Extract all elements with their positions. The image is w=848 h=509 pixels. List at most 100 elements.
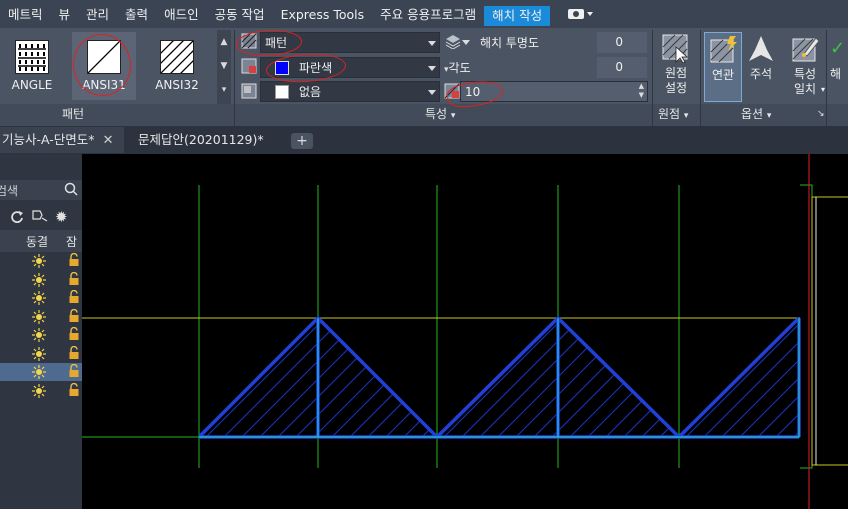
column-freeze-header[interactable]: 동결	[26, 233, 48, 250]
associative-icon	[708, 35, 738, 65]
menu-express-tools[interactable]: Express Tools	[273, 0, 373, 28]
background-color-value: 없음	[299, 85, 322, 99]
hatch-line	[238, 318, 370, 437]
chevron-down-icon[interactable]: ▾	[821, 82, 825, 97]
background-color-dropdown[interactable]: 없음	[260, 81, 440, 102]
angle-label-box: ▾각도	[444, 59, 472, 75]
sun-icon[interactable]	[31, 291, 47, 308]
menu-manage[interactable]: 관리	[78, 0, 117, 28]
pattern-gallery-scroll[interactable]: ▲ ▼ ▾	[217, 30, 231, 104]
search-icon[interactable]	[64, 181, 78, 200]
scroll-down-icon[interactable]: ▼	[217, 54, 231, 78]
layer-search-box[interactable]: 검색	[0, 180, 82, 200]
tab-label: 문제답안(20201129)*	[138, 132, 264, 147]
hatch-line	[494, 318, 626, 437]
layer-row[interactable]	[0, 326, 82, 344]
associative-label: 연관	[711, 68, 735, 82]
hatch-line	[512, 318, 644, 437]
transparency-value-field[interactable]: 0	[597, 32, 647, 53]
sun-icon[interactable]	[31, 254, 47, 271]
gear-icon[interactable]: ✹	[55, 208, 68, 226]
hatch-line	[274, 318, 406, 437]
yellow-frame	[811, 196, 848, 466]
sun-icon[interactable]	[31, 272, 47, 290]
layer-row[interactable]	[0, 363, 82, 381]
close-icon[interactable]: ✕	[103, 128, 114, 154]
sun-icon[interactable]	[31, 328, 47, 345]
ansi32-pattern-icon	[158, 38, 196, 76]
menu-parametric[interactable]: 메트릭	[0, 0, 51, 28]
new-tab-button[interactable]: +	[291, 133, 313, 149]
angle-label: 각도	[448, 61, 471, 75]
menu-output[interactable]: 출력	[117, 0, 156, 28]
hatch-line	[199, 318, 226, 437]
hatch-line	[754, 318, 799, 437]
match-properties-button[interactable]: 특성 일치 ▾	[784, 32, 826, 97]
transparency-mode-dropdown[interactable]	[462, 40, 470, 45]
pattern-label: ANGLE	[11, 78, 53, 92]
sun-icon[interactable]	[31, 365, 47, 382]
tab-drawing-2[interactable]: 문제답안(20201129)*✕	[130, 127, 280, 174]
camera-icon	[568, 9, 585, 19]
layer-row[interactable]	[0, 345, 82, 363]
sun-icon[interactable]	[31, 346, 47, 364]
unlock-icon[interactable]	[68, 326, 80, 344]
drawing-svg	[82, 154, 848, 509]
refresh-icon[interactable]	[10, 209, 24, 226]
scroll-up-icon[interactable]: ▲	[217, 30, 231, 54]
menu-featured-apps[interactable]: 주요 응용프로그램	[372, 0, 484, 28]
properties-panel-label[interactable]: 특성 ▾	[425, 104, 455, 126]
pattern-panel-label[interactable]: 패턴	[62, 104, 84, 126]
hatch-line	[602, 318, 679, 437]
layer-row[interactable]	[0, 308, 82, 326]
chevron-down-icon	[587, 12, 594, 16]
associative-toggle[interactable]: 연관	[704, 32, 742, 102]
hatch-line	[530, 318, 662, 437]
angle-slider[interactable]	[472, 57, 597, 78]
annotative-button[interactable]: 주석	[744, 32, 778, 82]
options-panel-label[interactable]: 옵션 ▾	[741, 104, 771, 126]
chevron-down-icon	[428, 66, 436, 71]
drawing-canvas[interactable]	[82, 154, 848, 509]
gallery-expand-icon[interactable]: ▾	[217, 78, 231, 102]
unlock-icon[interactable]	[68, 382, 80, 400]
angle-pattern-icon	[15, 40, 49, 74]
hatch-line	[199, 318, 262, 437]
angle-value-field[interactable]: 0	[597, 57, 647, 78]
pattern-angle[interactable]: ANGLE	[0, 32, 64, 100]
origin-panel-label[interactable]: 원점 ▾	[658, 104, 688, 126]
unlock-icon[interactable]	[68, 271, 80, 289]
layer-search-placeholder: 검색	[0, 184, 19, 198]
sun-icon[interactable]	[31, 309, 47, 327]
menu-hatch-creation[interactable]: 해치 작성	[484, 6, 551, 26]
hatch-boundary[interactable]	[197, 316, 801, 439]
layer-row[interactable]	[0, 382, 82, 400]
spinner-arrows-icon[interactable]: ▲ ▼	[639, 82, 644, 100]
hatch-line	[82, 310, 189, 440]
layer-settings-icon[interactable]	[31, 209, 49, 226]
options-dialog-launcher-icon[interactable]: ↘	[817, 104, 825, 126]
hatch-line	[437, 318, 554, 437]
layer-row[interactable]	[0, 289, 82, 307]
column-lock-header[interactable]: 잠	[66, 233, 77, 250]
layer-row[interactable]	[0, 252, 82, 270]
set-origin-button[interactable]: 원점 설정	[656, 32, 696, 96]
unlock-icon[interactable]	[68, 252, 80, 270]
sun-icon[interactable]	[31, 383, 47, 401]
ribbon-toggle-button[interactable]	[568, 9, 594, 19]
unlock-icon[interactable]	[68, 289, 80, 307]
hatch-line	[199, 318, 244, 437]
menu-addins[interactable]: 애드인	[156, 0, 207, 28]
document-tab-bar: 기능사-A-단면도* ✕ 문제답안(20201129)*✕ +	[0, 126, 848, 174]
close-hatch-button[interactable]: ✓ 해	[830, 32, 848, 82]
tab-drawing-1[interactable]: 기능사-A-단면도* ✕	[0, 127, 124, 153]
unlock-icon[interactable]	[68, 363, 80, 381]
layer-row[interactable]	[0, 271, 82, 289]
match-properties-icon	[790, 34, 820, 64]
menu-collaborate[interactable]: 공동 작업	[207, 0, 273, 28]
hatch-line	[328, 318, 437, 437]
pattern-ansi32[interactable]: ANSI32	[145, 32, 209, 100]
unlock-icon[interactable]	[68, 308, 80, 326]
unlock-icon[interactable]	[68, 345, 80, 363]
menu-view[interactable]: 뷰	[51, 0, 79, 28]
